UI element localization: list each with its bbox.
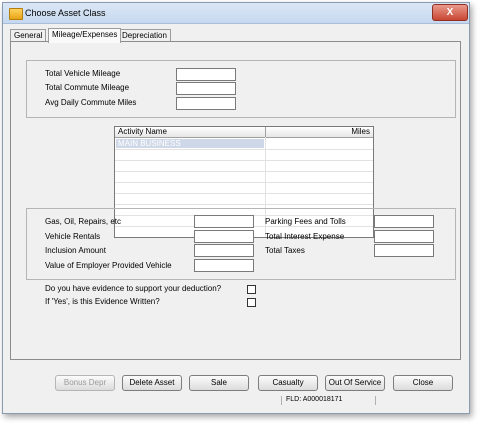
avg-daily-commute-field[interactable]	[176, 97, 236, 110]
total-commute-mileage-label: Total Commute Mileage	[45, 83, 130, 92]
parking-fees-field[interactable]	[374, 215, 434, 228]
employer-vehicle-label: Value of Employer Provided Vehicle	[45, 261, 172, 270]
vehicle-rentals-label: Vehicle Rentals	[45, 232, 101, 241]
column-header-miles[interactable]: Miles	[351, 127, 370, 137]
grid-header: Activity Name Miles	[115, 127, 373, 138]
grid-row-line	[115, 171, 373, 172]
dialog-window: Choose Asset Class X General Mileage/Exp…	[2, 2, 470, 414]
vehicle-rentals-field[interactable]	[194, 230, 254, 243]
gas-oil-label: Gas, Oil, Repairs, etc	[45, 217, 122, 226]
grid-row-line	[115, 160, 373, 161]
total-taxes-field[interactable]	[374, 244, 434, 257]
total-interest-field[interactable]	[374, 230, 434, 243]
window-title: Choose Asset Class	[25, 8, 106, 18]
total-vehicle-mileage-label: Total Vehicle Mileage	[45, 69, 121, 78]
grid-row-line	[115, 182, 373, 183]
evidence-written-label: If 'Yes', is this Evidence Written?	[45, 297, 160, 306]
out-of-service-button[interactable]: Out Of Service	[325, 375, 385, 391]
sale-button[interactable]: Sale	[189, 375, 249, 391]
miles-cell[interactable]	[267, 139, 371, 148]
evidence-question-label: Do you have evidence to support your ded…	[45, 284, 222, 293]
gas-oil-field[interactable]	[194, 215, 254, 228]
total-taxes-label: Total Taxes	[265, 246, 305, 255]
grid-row-line	[115, 149, 373, 150]
close-button[interactable]: Close	[393, 375, 453, 391]
parking-fees-label: Parking Fees and Tolls	[265, 217, 346, 226]
evidence-written-checkbox[interactable]	[247, 298, 256, 307]
status-separator	[375, 396, 376, 405]
total-vehicle-mileage-field[interactable]	[176, 68, 236, 81]
grid-row-line	[115, 193, 373, 194]
title-bar[interactable]: Choose Asset Class X	[3, 3, 469, 24]
window-close-button[interactable]: X	[432, 4, 468, 21]
avg-daily-commute-label: Avg Daily Commute Miles	[45, 98, 137, 107]
grid-row-line	[115, 204, 373, 205]
employer-vehicle-field[interactable]	[194, 259, 254, 272]
column-header-activity-name[interactable]: Activity Name	[118, 127, 167, 137]
mileage-expenses-panel: Total Vehicle Mileage Total Commute Mile…	[10, 41, 461, 360]
inclusion-amount-field[interactable]	[194, 244, 254, 257]
bonus-depr-button[interactable]: Bonus Depr	[55, 375, 115, 391]
status-separator	[281, 396, 282, 405]
delete-asset-button[interactable]: Delete Asset	[122, 375, 182, 391]
header-divider	[265, 127, 266, 137]
inclusion-amount-label: Inclusion Amount	[45, 246, 106, 255]
total-commute-mileage-field[interactable]	[176, 82, 236, 95]
fld-status: FLD: A000018171	[286, 396, 343, 403]
evidence-checkbox[interactable]	[247, 285, 256, 294]
folder-icon	[9, 8, 23, 20]
casualty-button[interactable]: Casualty	[258, 375, 318, 391]
tab-mileage-expenses[interactable]: Mileage/Expenses	[48, 28, 122, 43]
activity-cell[interactable]: MAIN BUSINESS	[118, 139, 181, 148]
total-interest-label: Total Interest Expense	[265, 232, 345, 241]
